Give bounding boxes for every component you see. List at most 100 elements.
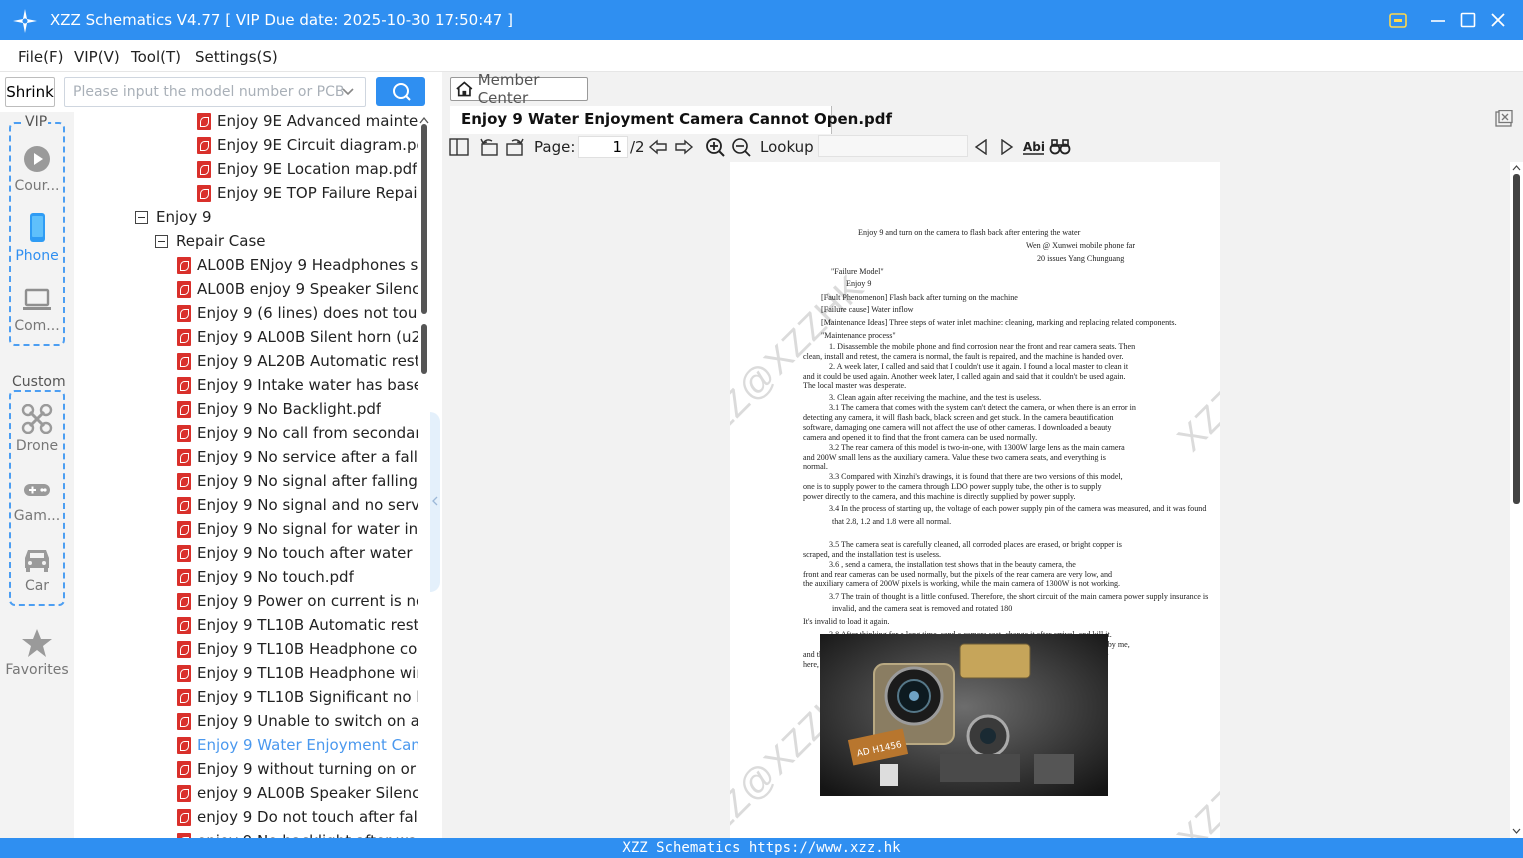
tree-file[interactable]: Enjoy 9E TOP Failure Repair ( [197,181,418,205]
tree-file[interactable]: Enjoy 9 Power on current is nor [177,589,418,613]
nav-favorites[interactable]: Favorites [0,628,74,698]
pdf-file-icon [177,544,191,562]
tree-file[interactable]: Enjoy 9 TL10B Significant no ba [177,685,418,709]
minimize-button[interactable] [1426,8,1450,32]
zoom-out-icon[interactable] [730,137,752,157]
search-button[interactable] [376,77,425,106]
tree-file[interactable]: Enjoy 9 (6 lines) does not touch [177,301,418,325]
tree-file[interactable]: enjoy 9 No backlight after water [177,829,418,838]
tree-file[interactable]: Enjoy 9 TL10B Automatic restart [177,613,418,637]
scroll-up-arrow-icon[interactable] [1512,164,1521,171]
menu-settings[interactable]: Settings(S) [195,48,278,66]
nav-game[interactable]: Gam... [0,474,74,544]
tree-file[interactable]: Enjoy 9 TL10B Headphone cont [177,637,418,661]
lookup-input[interactable] [818,135,968,157]
document-tab[interactable]: Enjoy 9 Water Enjoyment Camera Cannot Op… [450,106,892,134]
tree-scrollbar[interactable] [418,112,430,838]
document-scrollbar-thumb[interactable] [1513,174,1520,504]
match-case-icon[interactable]: Abi [1022,137,1046,157]
tree-file[interactable]: Enjoy 9 No touch.pdf [177,565,418,589]
tree-scrollbar-track-thumb[interactable] [421,124,427,314]
document-text-line: and it could be used again. Another week… [803,372,1126,381]
pdf-page: XZZ@XZZHK XZZ@XZZHK XZZ@XZZHK XZZ@XZZHK … [730,162,1220,838]
shrink-button[interactable]: Shrink [5,77,55,107]
tree-file[interactable]: Enjoy 9 Water Enjoyment Came [177,733,418,757]
menu-tool[interactable]: Tool(T) [131,48,181,66]
tree-item-label: Enjoy 9 TL10B Headphone cont [197,640,418,658]
tree-file[interactable]: Enjoy 9E Location map.pdf [197,157,418,181]
document-text-line: 2. A week later, I called and said that … [829,362,1129,371]
tree-file[interactable]: Enjoy 9 AL00B Silent horn (u201 [177,325,418,349]
previous-page-icon[interactable] [647,137,669,157]
rotate-right-icon[interactable] [504,137,526,157]
document-text-line: 3.1 The camera that comes with the syste… [829,403,1136,412]
tree-file[interactable]: AL00B ENjoy 9 Headphones sou [177,253,418,277]
pdf-file-icon [177,664,191,682]
document-text-line: scraped, and the installation test is us… [803,550,942,559]
tree-file[interactable]: Enjoy 9E Circuit diagram.pdf [197,133,418,157]
next-page-icon[interactable] [673,137,695,157]
find-previous-icon[interactable] [972,137,990,157]
panel-divider[interactable] [430,72,442,838]
tree-file[interactable]: Enjoy 9 No signal and no servic [177,493,418,517]
tree-scrollbar-thumb[interactable] [421,324,427,374]
nav-drone-label: Drone [15,438,59,454]
pdf-file-icon [177,352,191,370]
nav-course[interactable]: Cour... [0,144,74,214]
zoom-in-icon[interactable] [704,137,726,157]
rotate-left-icon[interactable] [478,137,500,157]
tree-file[interactable]: Enjoy 9 No call from secondary [177,421,418,445]
member-center-button[interactable]: Member Center [450,71,588,107]
tree-file[interactable]: Enjoy 9 Intake water has baseba [177,373,418,397]
pdf-file-icon [177,256,191,274]
tree-file[interactable]: Enjoy 9 AL20B Automatic restar [177,349,418,373]
pdf-file-icon [177,496,191,514]
tree-file[interactable]: Enjoy 9 Unable to switch on aft [177,709,418,733]
tree-file[interactable]: enjoy 9 AL00B Speaker Silence ( [177,781,418,805]
car-icon [25,550,49,572]
tree-file[interactable]: Enjoy 9 No signal for water inle [177,517,418,541]
tree-item-label: Enjoy 9 (6 lines) does not touch [197,304,418,322]
nav-drone[interactable]: Drone [0,404,74,474]
tree-item-label: Enjoy 9 AL20B Automatic restar [197,352,418,370]
collapse-handle[interactable] [430,412,440,592]
vip-wallet-icon[interactable] [1386,8,1410,32]
tree-file[interactable]: Enjoy 9E Advanced maintena [197,112,418,133]
collapse-icon[interactable] [155,234,168,248]
document-text-line: normal. [803,462,828,471]
chevron-down-icon[interactable] [341,85,355,99]
close-button[interactable] [1486,8,1510,32]
tree-file[interactable]: enjoy 9 Do not touch after fallir [177,805,418,829]
document-text-line: [Fault Phenomenon] Flash back after turn… [821,293,1018,302]
binoculars-icon[interactable] [1048,137,1072,157]
find-next-icon[interactable] [998,137,1016,157]
tree-item-label: Enjoy 9 [156,208,212,226]
toggle-sidebar-icon[interactable] [448,137,470,157]
menu-vip[interactable]: VIP(V) [74,48,120,66]
tree-folder[interactable]: Repair Case [155,229,418,253]
tree-file[interactable]: AL00B enjoy 9 Speaker Silence ( [177,277,418,301]
tree-file[interactable]: Enjoy 9 TL10B Headphone wire [177,661,418,685]
tree-file[interactable]: Enjoy 9 No signal after falling.p [177,469,418,493]
document-scrollbar[interactable] [1510,162,1523,838]
menu-file[interactable]: File(F) [18,48,63,66]
nav-car[interactable]: Car [0,544,74,614]
collapse-icon[interactable] [135,210,148,224]
close-tab-icon[interactable] [1495,110,1513,128]
nav-computer[interactable]: Com... [0,284,74,354]
tree-file[interactable]: Enjoy 9 No touch after water en [177,541,418,565]
nav-phone[interactable]: Phone [0,212,74,282]
nav-computer-label: Com... [14,318,60,334]
document-text-line: 3.6 , send a camera, the installation te… [829,560,1076,569]
tree-file[interactable]: Enjoy 9 without turning on or si [177,757,418,781]
page-number-input[interactable]: 1 [578,136,628,158]
play-circle-icon [24,146,50,172]
maximize-button[interactable] [1456,8,1480,32]
tree-file[interactable]: Enjoy 9 No Backlight.pdf [177,397,418,421]
tree-folder[interactable]: Enjoy 9 [135,205,418,229]
search-input[interactable]: Please input the model number or PCB [64,77,366,107]
scroll-down-arrow-icon[interactable] [1512,828,1521,835]
tree-file[interactable]: Enjoy 9 No service after a fall.pc [177,445,418,469]
scroll-up-arrow-icon[interactable] [419,116,429,124]
watermark: XZZ@XZZHK [1169,666,1220,838]
